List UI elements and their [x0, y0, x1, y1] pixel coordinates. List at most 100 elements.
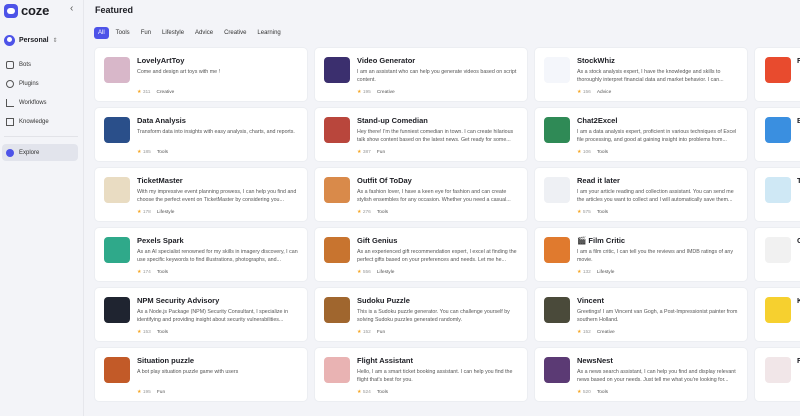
tab-advice[interactable]: Advice [191, 27, 217, 39]
bot-title: Vincent [577, 296, 604, 305]
bot-meta: ★ 152 Creative [577, 329, 615, 335]
bot-card[interactable]: R [754, 47, 800, 102]
bot-meta: ★ 520 Tools [577, 389, 608, 395]
bot-card[interactable]: K [754, 287, 800, 342]
usage-count: 520 [582, 390, 591, 395]
bot-description: Greetings! I am Vincent van Gogh, a Post… [577, 309, 738, 323]
star-icon: ★ [137, 149, 142, 155]
category-label: Fun [376, 329, 386, 335]
bot-avatar [324, 237, 350, 263]
bot-description: As a fashion lover, I have a keen eye fo… [357, 189, 511, 203]
bot-description: As an AI specialist renowned for my skil… [137, 249, 298, 263]
app-name: coze [21, 3, 50, 18]
star-icon: ★ [577, 149, 582, 155]
category-label: Lifestyle [596, 269, 615, 275]
usage-stat: ★ 520 [577, 389, 591, 395]
collapse-sidebar-icon[interactable]: ‹ [70, 3, 73, 14]
bot-description: I am a data analysis expert, proficient … [577, 129, 737, 143]
usage-count: 132 [582, 270, 591, 275]
bot-meta: ★ 132 Lifestyle [577, 269, 614, 275]
star-icon: ★ [137, 329, 142, 335]
bot-card[interactable]: NPM Security Advisory As a Node.js Packag… [94, 287, 308, 342]
sidebar-item-knowledge[interactable]: Knowledge [2, 113, 78, 130]
tab-fun[interactable]: Fun [137, 27, 155, 39]
usage-count: 106 [582, 150, 591, 155]
bot-avatar [104, 57, 130, 83]
bot-avatar [765, 177, 791, 203]
tab-all[interactable]: All [94, 27, 109, 39]
star-icon: ★ [577, 329, 582, 335]
star-icon: ★ [357, 269, 362, 275]
tab-learning[interactable]: Learning [253, 27, 284, 39]
bot-description: I am a film critic, I can tell you the r… [577, 249, 734, 263]
bot-card[interactable]: Chat2Excel I am a data analysis expert, p… [534, 107, 748, 162]
star-icon: ★ [577, 89, 582, 95]
sidebar-item-label: Explore [19, 149, 40, 156]
bot-description: As a stock analysis expert, I have the k… [577, 69, 724, 83]
bot-card[interactable]: 🎬 Film Critic I am a film critic, I can t… [534, 227, 748, 282]
bot-description: Transform data into insights with easy a… [137, 129, 295, 135]
usage-count: 311 [142, 90, 151, 95]
usage-count: 524 [362, 390, 371, 395]
bot-card[interactable]: Sudoku Puzzle This is a Sudoku puzzle gen… [314, 287, 528, 342]
bot-meta: ★ 156 Advice [577, 89, 611, 95]
bot-card[interactable]: Situation puzzle A bot play situation puz… [94, 347, 308, 402]
bot-card[interactable]: C [754, 227, 800, 282]
category-label: Tools [596, 209, 609, 215]
bot-card[interactable]: Vincent Greetings! I am Vincent van Gogh,… [534, 287, 748, 342]
star-icon: ★ [137, 269, 142, 275]
star-icon: ★ [357, 209, 362, 215]
bot-title: Read it later [577, 176, 620, 185]
bot-card[interactable]: Gift Genius As an experienced gift recomm… [314, 227, 528, 282]
bot-card[interactable]: TicketMaster With my impressive event pla… [94, 167, 308, 222]
star-icon: ★ [357, 89, 362, 95]
bot-avatar [104, 177, 130, 203]
bot-card[interactable]: Stand-up Comedian Hey there! I'm the funn… [314, 107, 528, 162]
bot-title: Pexels Spark [137, 236, 184, 245]
bot-title: Outfit Of ToDay [357, 176, 412, 185]
usage-stat: ★ 174 [137, 269, 151, 275]
usage-count: 195 [362, 90, 371, 95]
usage-count: 153 [142, 330, 151, 335]
sidebar-item-workflows[interactable]: Workflows [2, 94, 78, 111]
bot-card[interactable]: Read it later I am your article reading a… [534, 167, 748, 222]
bot-card[interactable]: Flight Assistant Hello, I am a smart tick… [314, 347, 528, 402]
bot-card[interactable]: NewsNest As a news search assistant, I ca… [534, 347, 748, 402]
bot-card[interactable]: R [754, 347, 800, 402]
tab-tools[interactable]: Tools [112, 27, 134, 39]
usage-stat: ★ 311 [137, 89, 150, 95]
bot-card[interactable]: B [754, 107, 800, 162]
bot-description: Come and design art toys with me ! [137, 69, 221, 75]
sidebar-item-plugins[interactable]: Plugins [2, 75, 78, 92]
category-label: Creative [596, 329, 615, 335]
bot-card[interactable]: T [754, 167, 800, 222]
bot-card[interactable]: StockWhiz As a stock analysis expert, I h… [534, 47, 748, 102]
bot-avatar [765, 357, 791, 383]
usage-stat: ★ 106 [577, 149, 591, 155]
sidebar-item-bots[interactable]: Bots [2, 56, 78, 73]
bot-card[interactable]: LovelyArtToy Come and design art toys wit… [94, 47, 308, 102]
bot-description: As a news search assistant, I can help y… [577, 369, 736, 383]
usage-stat: ★ 387 [357, 149, 371, 155]
bot-avatar [765, 237, 791, 263]
bot-card[interactable]: Video Generator I am an assistant who can… [314, 47, 528, 102]
workflows-icon [6, 98, 14, 107]
bot-avatar [544, 117, 570, 143]
tab-creative[interactable]: Creative [220, 27, 250, 39]
star-icon: ★ [137, 89, 142, 95]
star-icon: ★ [577, 389, 582, 395]
tab-lifestyle[interactable]: Lifestyle [158, 27, 188, 39]
bot-title: NPM Security Advisory [137, 296, 220, 305]
sidebar-item-explore[interactable]: Explore [2, 144, 78, 161]
usage-count: 276 [362, 210, 371, 215]
bot-meta: ★ 556 Lifestyle [357, 269, 394, 275]
bot-avatar [104, 357, 130, 383]
bot-card[interactable]: Pexels Spark As an AI specialist renowned… [94, 227, 308, 282]
usage-stat: ★ 178 [137, 209, 151, 215]
bot-card[interactable]: Data Analysis Transform data into insight… [94, 107, 308, 162]
usage-count: 174 [142, 270, 151, 275]
bot-card[interactable]: Outfit Of ToDay As a fashion lover, I hav… [314, 167, 528, 222]
star-icon: ★ [577, 269, 582, 275]
workspace-selector[interactable]: Personal ⇕ [4, 35, 58, 46]
coze-logo[interactable]: coze [4, 3, 49, 18]
